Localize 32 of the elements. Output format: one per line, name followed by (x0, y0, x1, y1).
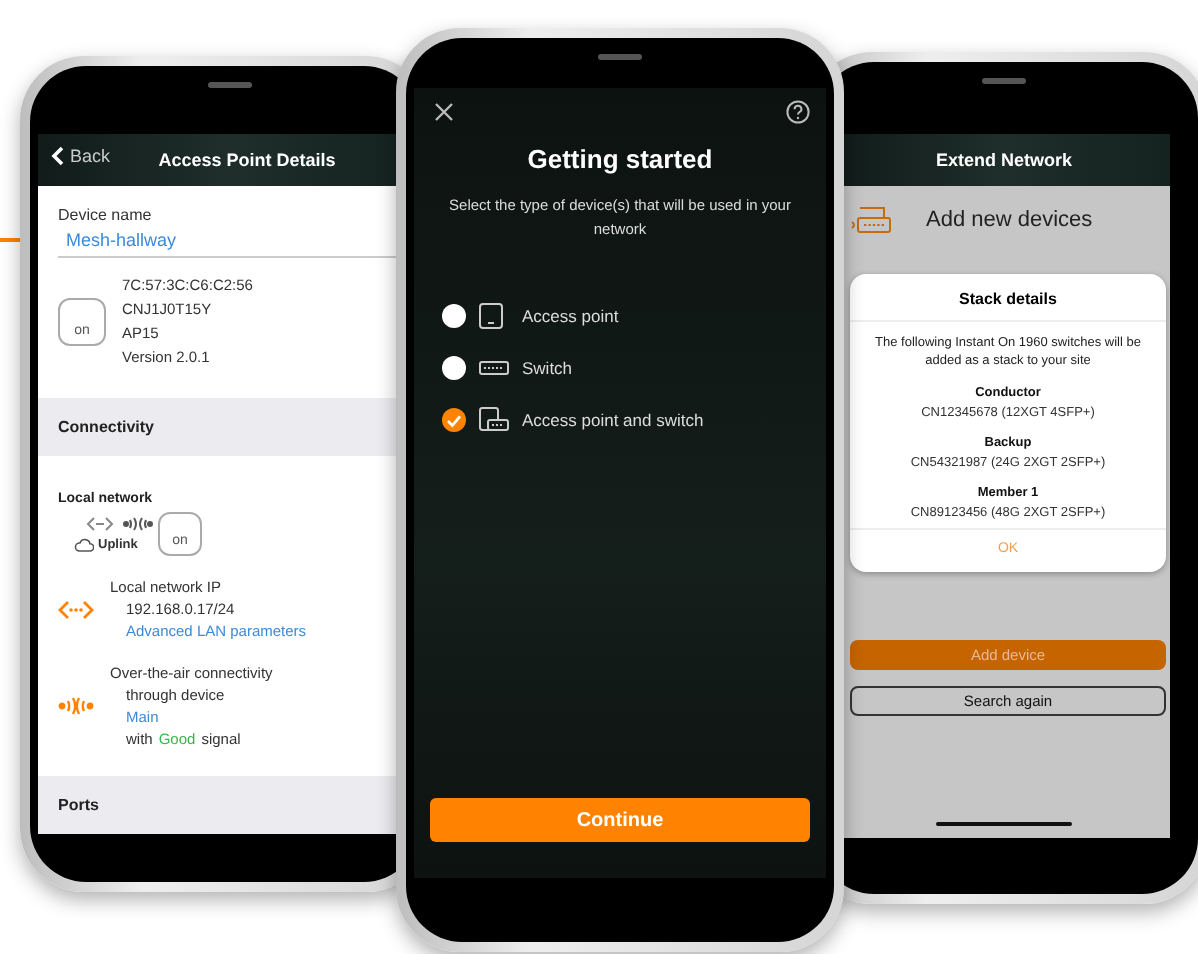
option-label: Access point (522, 306, 619, 326)
wireless-icon (122, 516, 154, 532)
option-row[interactable]: Access point and switch (442, 406, 810, 434)
close-icon (434, 102, 454, 122)
radio-button[interactable] (442, 408, 466, 432)
check-icon (446, 413, 462, 427)
screen-title: Extend Network (935, 150, 1072, 170)
back-button[interactable]: Back (50, 146, 111, 166)
wireless-icon (58, 696, 94, 716)
speaker-grille (207, 82, 251, 88)
continue-button[interactable]: Continue (430, 798, 810, 842)
dialog-title: Stack details (850, 274, 1166, 322)
screen-heading: Add new devices (926, 208, 1093, 232)
radio-button[interactable] (442, 356, 466, 380)
option-row[interactable]: Switch (442, 354, 810, 382)
help-icon (786, 100, 810, 124)
option-label: Switch (522, 358, 573, 378)
field-label: Device name (58, 206, 154, 224)
link-icon (86, 516, 114, 532)
home-indicator (936, 822, 1072, 826)
cloud-icon (74, 538, 94, 552)
radio-button[interactable] (442, 304, 466, 328)
screen-title: Getting started (525, 144, 715, 174)
speaker-grille (598, 54, 642, 60)
option-label: Access point and switch (522, 410, 704, 430)
switch-icon (850, 206, 894, 234)
back-icon (50, 146, 64, 166)
speaker-grille (982, 78, 1026, 84)
screen-title: Access Point Details (158, 150, 336, 170)
ethernet-icon (58, 599, 94, 619)
devices-icon (478, 406, 510, 434)
option-row[interactable]: Access point (442, 302, 810, 330)
